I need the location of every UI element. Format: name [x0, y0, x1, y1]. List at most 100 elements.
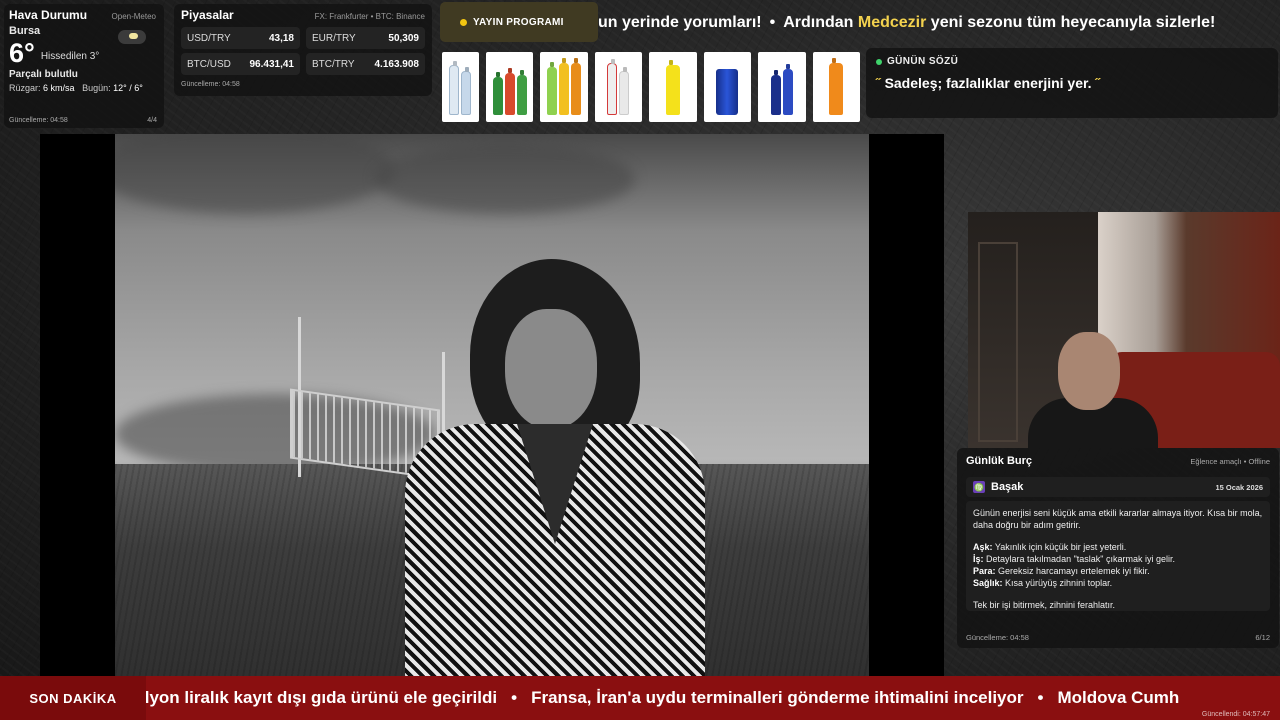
product-orange-soda-bottle: [812, 52, 860, 122]
horoscope-health: Sağlık: Kısa yürüyüş zihnini toplar.: [973, 578, 1113, 588]
woman-figure: [405, 259, 705, 676]
horoscope-money: Para: Gereksiz harcamayı ertelemek iyi f…: [973, 566, 1150, 576]
schedule-label: YAYIN PROGRAMI: [473, 16, 564, 28]
quote-close-mark: ˝: [1095, 75, 1101, 91]
quote-of-the-day: GÜNÜN SÖZÜ ˝ Sadeleş; fazlalıklar enerji…: [866, 48, 1278, 118]
horoscope-date: 15 Ocak 2026: [1215, 482, 1263, 492]
bottle-icon: [461, 71, 472, 115]
top-ticker-text: un yerinde yorumları! • Ardından Medcezir …: [598, 14, 1215, 32]
market-symbol: EUR/TRY: [312, 32, 356, 44]
market-item-btc-usd: BTC/USD 96.431,41: [181, 53, 300, 75]
weather-condition: Parçalı bulutlu: [9, 69, 78, 80]
main-video-player[interactable]: [40, 134, 944, 676]
cloud-shape: [115, 134, 395, 214]
horoscope-intro: Günün enerjisi seni küçük ama etkili kar…: [973, 508, 1263, 530]
product-water-bottles: [442, 52, 479, 122]
quote-text: Sadeleş; fazlalıklar enerjini yer.: [884, 75, 1092, 91]
market-value: 96.431,41: [249, 58, 295, 70]
bottle-icon: [449, 65, 460, 115]
markets-widget: Piyasalar FX: Frankfurter • BTC: Binance…: [174, 4, 432, 96]
breaking-news-bar: SON DAKİKA ilyon liralık kayıt dışı gıda…: [0, 676, 1280, 720]
ticker-segment: Ardından: [783, 14, 854, 31]
product-green-soda-bottles: [485, 52, 534, 122]
bottle-icon: [829, 63, 844, 115]
schedule-button[interactable]: YAYIN PROGRAMI: [440, 2, 598, 42]
market-symbol: BTC/USD: [187, 58, 231, 70]
sponsor-product-strip: [442, 52, 860, 122]
quote-text-line: ˝ Sadeleş; fazlalıklar enerjini yer. ˝: [876, 75, 1268, 91]
horoscope-work: İş: Detaylara takılmadan "taslak" çıkarm…: [973, 554, 1175, 564]
weather-source: Open-Meteo: [111, 12, 156, 21]
face-shape: [505, 309, 597, 429]
streamer-webcam: [968, 212, 1280, 448]
bottle-icon: [782, 69, 793, 115]
wind-label: Rüzgar:: [9, 83, 41, 93]
news-separator: •: [511, 688, 518, 707]
ticker-separator: •: [769, 14, 776, 31]
live-dot-icon: [876, 58, 882, 65]
virgo-icon: ♍: [973, 481, 985, 493]
quote-heading: GÜNÜN SÖZÜ: [887, 56, 959, 67]
horoscope-sign-row: ♍ Başak 15 Ocak 2026: [966, 477, 1270, 497]
market-item-btc-try: BTC/TRY 4.163.908: [306, 53, 425, 75]
product-lemon-soda-bottle: [649, 52, 697, 122]
bottle-icon: [492, 77, 503, 115]
horoscope-sign: Başak: [991, 481, 1024, 493]
product-deep-energy-can: [703, 52, 752, 122]
bottle-icon: [516, 75, 527, 115]
market-value: 4.163.908: [374, 58, 420, 70]
weather-wind-today: Rüzgar: 6 km/sa Bugün: 12° / 6°: [9, 83, 159, 93]
bottle-icon: [607, 63, 618, 115]
schedule-dot-icon: [460, 18, 467, 26]
news-item: Fransa, İran'a uydu terminalleri gönderm…: [531, 688, 1024, 707]
breaking-news-label: SON DAKİKA: [0, 676, 146, 720]
cloud-shape: [375, 144, 635, 214]
ticker-highlight: Medcezir: [857, 14, 927, 31]
daily-horoscope-widget: Günlük Burç Eğlence amaçlı • Offline ♍ B…: [957, 448, 1279, 648]
horoscope-meta: Eğlence amaçlı • Offline: [1190, 457, 1270, 466]
breaking-news-ticker: ilyon liralık kayıt dışı gıda ürünü ele …: [140, 688, 1179, 708]
news-separator: •: [1037, 688, 1044, 707]
weather-widget: Hava Durumu Open-Meteo Bursa 6° Hissedil…: [4, 4, 164, 128]
horoscope-tip: Tek bir işi bitirmek, zihnini ferahlatır…: [973, 600, 1116, 610]
streamer-head: [1058, 332, 1120, 410]
markets-source: FX: Frankfurter • BTC: Binance: [314, 12, 425, 21]
news-item: Moldova Cumh: [1057, 688, 1180, 707]
horoscope-love: Aşk: Yakınlık için küçük bir jest yeterl…: [973, 542, 1127, 552]
horoscope-title: Günlük Burç: [966, 455, 1033, 467]
product-blue-tonic-bottles: [758, 52, 806, 122]
quote-open-mark: ˝: [876, 75, 881, 91]
bottle-icon: [546, 67, 557, 115]
product-flavored-drink-bottles: [540, 52, 588, 122]
partly-cloudy-icon: [118, 30, 146, 44]
weather-feels-like: Hissedilen 3°: [40, 50, 100, 62]
ticker-segment: yeni sezonu tüm heyecanıyla sizlerle!: [930, 14, 1216, 31]
weather-page-indicator: 4/4: [147, 117, 157, 124]
bottle-icon: [770, 75, 781, 115]
bottle-icon: [504, 73, 515, 115]
market-value: 43,18: [268, 32, 294, 44]
market-symbol: BTC/TRY: [312, 58, 355, 70]
market-symbol: USD/TRY: [187, 32, 231, 44]
streamer-figure: [1028, 332, 1158, 448]
bottle-icon: [619, 71, 630, 115]
product-soda-water-bottles: [594, 52, 643, 122]
webcam-shelf: [978, 242, 1018, 442]
weather-updated: Güncelleme: 04:58: [9, 117, 68, 124]
wind-value: 6 km/sa: [43, 83, 75, 93]
markets-updated: Güncelleme: 04:58: [181, 81, 240, 88]
market-item-usd-try: USD/TRY 43,18: [181, 27, 300, 49]
weather-temperature: 6°: [9, 38, 35, 68]
horoscope-updated: Güncelleme: 04:58: [966, 633, 1029, 642]
market-item-eur-try: EUR/TRY 50,309: [306, 27, 425, 49]
horoscope-body: Günün enerjisi seni küçük ama etkili kar…: [966, 501, 1270, 611]
bottle-icon: [570, 63, 581, 115]
bottle-icon: [665, 65, 680, 115]
ticker-segment: un yerinde yorumları!: [598, 14, 762, 31]
horoscope-page-indicator: 6/12: [1255, 633, 1270, 642]
today-label: Bugün:: [82, 83, 111, 93]
video-frame: [115, 134, 869, 676]
bottle-icon: [558, 63, 569, 115]
today-value: 12° / 6°: [113, 83, 143, 93]
breaking-news-updated: Güncellendi: 04:57:47: [1201, 711, 1270, 718]
